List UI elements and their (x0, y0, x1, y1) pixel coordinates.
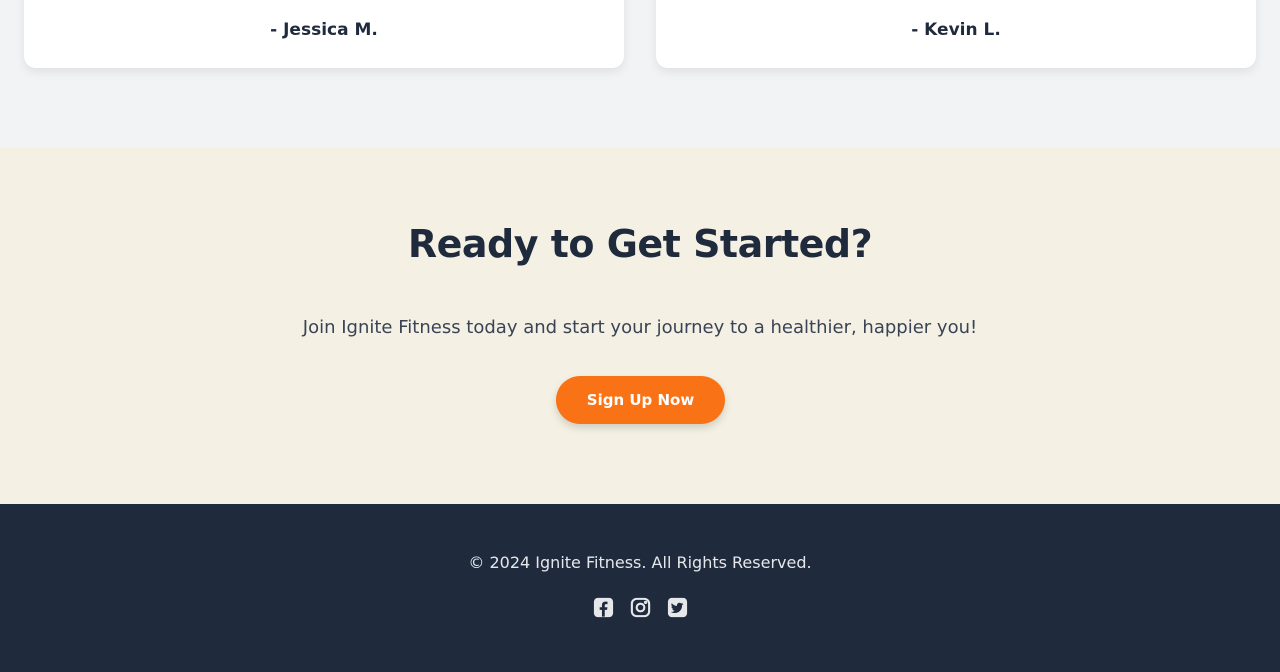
cta-title: Ready to Get Started? (407, 222, 873, 266)
twitter-icon[interactable] (666, 596, 689, 619)
cta-text: Join Ignite Fitness today and start your… (302, 317, 978, 338)
facebook-icon[interactable] (592, 596, 615, 619)
testimonial-card: - Kevin L. (656, 0, 1256, 68)
testimonial-author: - Kevin L. (911, 20, 1001, 40)
footer: © 2024 Ignite Fitness. All Rights Reserv… (0, 504, 1280, 672)
copyright-text: © 2024 Ignite Fitness. All Rights Reserv… (468, 553, 812, 572)
testimonial-card: - Jessica M. (24, 0, 624, 68)
testimonial-author: - Jessica M. (270, 20, 378, 40)
instagram-icon[interactable] (629, 596, 652, 619)
social-links (0, 596, 1280, 619)
sign-up-button[interactable]: Sign Up Now (556, 376, 725, 424)
cta-section: Ready to Get Started? Join Ignite Fitnes… (0, 148, 1280, 504)
testimonials-section: - Jessica M. - Kevin L. (0, 0, 1280, 148)
